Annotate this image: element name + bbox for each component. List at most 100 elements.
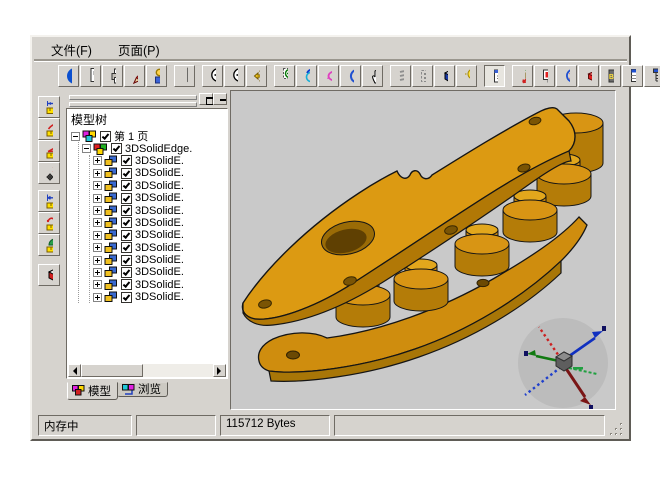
zoom-out-button[interactable]	[224, 65, 245, 87]
visibility-checkbox[interactable]	[121, 267, 132, 278]
tree-row-part[interactable]: 3DSolidE.	[93, 204, 227, 216]
solid-display-button[interactable]	[578, 65, 599, 87]
tree-row-part[interactable]: 3DSolidE.	[93, 229, 227, 241]
scrollbar-thumb[interactable]	[81, 364, 143, 377]
render-mode-icon	[541, 66, 548, 86]
tab-browse[interactable]: 浏览	[117, 382, 168, 397]
zoom-in-button[interactable]	[202, 65, 223, 87]
linear-dimension-button[interactable]	[38, 96, 60, 118]
solid-measure-button[interactable]	[38, 264, 60, 286]
expand-toggle[interactable]	[93, 181, 102, 190]
visibility-checkbox[interactable]	[121, 205, 132, 216]
angular-dimension-button[interactable]	[38, 140, 60, 162]
move-component-button[interactable]	[512, 65, 533, 87]
expand-toggle[interactable]	[93, 194, 102, 203]
expand-toggle[interactable]	[93, 293, 102, 302]
tree-horizontal-scrollbar[interactable]	[68, 364, 226, 377]
light-button[interactable]	[456, 65, 477, 87]
expand-toggle[interactable]	[93, 243, 102, 252]
menu-file[interactable]: 文件(F)	[48, 39, 95, 60]
tree-row-part[interactable]: 3DSolidE.	[93, 192, 227, 204]
update-view-button[interactable]	[556, 65, 577, 87]
visibility-checkbox[interactable]	[121, 255, 132, 266]
bom-button[interactable]: BOM	[600, 65, 621, 87]
distance-dimension-button[interactable]	[38, 190, 60, 212]
tree-row-assembly[interactable]: 3DSolidEdge.	[82, 142, 227, 154]
annotate-pen-button[interactable]	[124, 65, 145, 87]
tree-row-part[interactable]: 3DSolidE.	[93, 242, 227, 254]
expand-toggle[interactable]	[93, 169, 102, 178]
panel-maximize-button[interactable]	[199, 93, 213, 105]
update-view-icon	[563, 66, 570, 86]
tab-model[interactable]: 模型	[67, 382, 118, 400]
expand-toggle[interactable]	[93, 280, 102, 289]
panel-hide-button[interactable]	[213, 93, 227, 105]
gauge-dimension-button[interactable]	[38, 234, 60, 256]
status-memory: 内存中	[38, 415, 132, 436]
tree-row-part[interactable]: 3DSolidE.	[93, 279, 227, 291]
bom-table-search-button[interactable]	[622, 65, 643, 87]
panel-gripper[interactable]	[69, 95, 197, 109]
tree-row-part[interactable]: 3DSolidE.	[93, 266, 227, 278]
tree-row-part[interactable]: 3DSolidE.	[93, 217, 227, 229]
visibility-checkbox[interactable]	[111, 143, 122, 154]
visibility-checkbox[interactable]	[121, 168, 132, 179]
visibility-checkbox[interactable]	[100, 131, 111, 142]
zoom-window-button[interactable]	[274, 65, 295, 87]
pmi-button[interactable]	[412, 65, 433, 87]
expand-toggle[interactable]	[93, 256, 102, 265]
notes-panel-button[interactable]	[484, 65, 505, 87]
structure-tree-button[interactable]	[644, 65, 660, 87]
collapse-toggle[interactable]	[82, 144, 91, 153]
visibility-checkbox[interactable]	[121, 193, 132, 204]
select-cursor-button[interactable]	[174, 65, 195, 87]
tree-row-part[interactable]: 3DSolidE.	[93, 167, 227, 179]
tree-row-part[interactable]: 3DSolidE.	[93, 155, 227, 167]
print-button[interactable]	[102, 65, 123, 87]
visibility-checkbox[interactable]	[121, 155, 132, 166]
render-mode-button[interactable]	[534, 65, 555, 87]
part-icon	[104, 254, 118, 266]
roller	[455, 224, 509, 276]
resize-grip-icon	[609, 421, 624, 436]
expand-toggle[interactable]	[93, 156, 102, 165]
expand-toggle[interactable]	[93, 206, 102, 215]
tree-row-part[interactable]: 3DSolidE.	[93, 180, 227, 192]
expand-toggle[interactable]	[93, 218, 102, 227]
expand-toggle[interactable]	[93, 231, 102, 240]
visibility-checkbox[interactable]	[121, 279, 132, 290]
tree-row-part[interactable]: 3DSolidE.	[93, 291, 227, 303]
visibility-checkbox[interactable]	[121, 292, 132, 303]
collapse-toggle[interactable]	[71, 132, 80, 141]
scroll-left-button[interactable]	[68, 364, 81, 377]
orientation-trackball[interactable]	[518, 318, 608, 409]
visibility-checkbox[interactable]	[121, 217, 132, 228]
print-preview-button[interactable]	[80, 65, 101, 87]
info-button[interactable]	[58, 65, 79, 87]
spin-button[interactable]	[340, 65, 361, 87]
rotate-button[interactable]	[318, 65, 339, 87]
expand-toggle[interactable]	[93, 268, 102, 277]
tree-label: 3DSolidE.	[135, 155, 184, 167]
hand-pan-button[interactable]	[362, 65, 383, 87]
permission-key-button[interactable]	[146, 65, 167, 87]
scrollbar-track[interactable]	[143, 364, 213, 377]
curve-length-dimension-button[interactable]	[38, 212, 60, 234]
visibility-checkbox[interactable]	[121, 230, 132, 241]
resize-grip[interactable]	[609, 415, 625, 436]
coordinate-dimension-button[interactable]: xyz	[38, 162, 60, 184]
radial-dimension-button[interactable]	[38, 118, 60, 140]
tree-row-page[interactable]: 第 1 页	[71, 130, 227, 142]
assembly-icon	[93, 143, 108, 155]
visibility-checkbox[interactable]	[121, 242, 132, 253]
scroll-right-button[interactable]	[213, 364, 226, 377]
menu-page[interactable]: 页面(P)	[115, 39, 163, 60]
visibility-checkbox[interactable]	[121, 180, 132, 191]
dynamic-observe-button[interactable]	[296, 65, 317, 87]
view-cube-button[interactable]	[434, 65, 455, 87]
layers-button[interactable]	[390, 65, 411, 87]
part-icon	[104, 266, 118, 278]
pan-move-button[interactable]	[246, 65, 267, 87]
tree-row-part[interactable]: 3DSolidE.	[93, 254, 227, 266]
viewport-3d[interactable]	[230, 90, 616, 410]
